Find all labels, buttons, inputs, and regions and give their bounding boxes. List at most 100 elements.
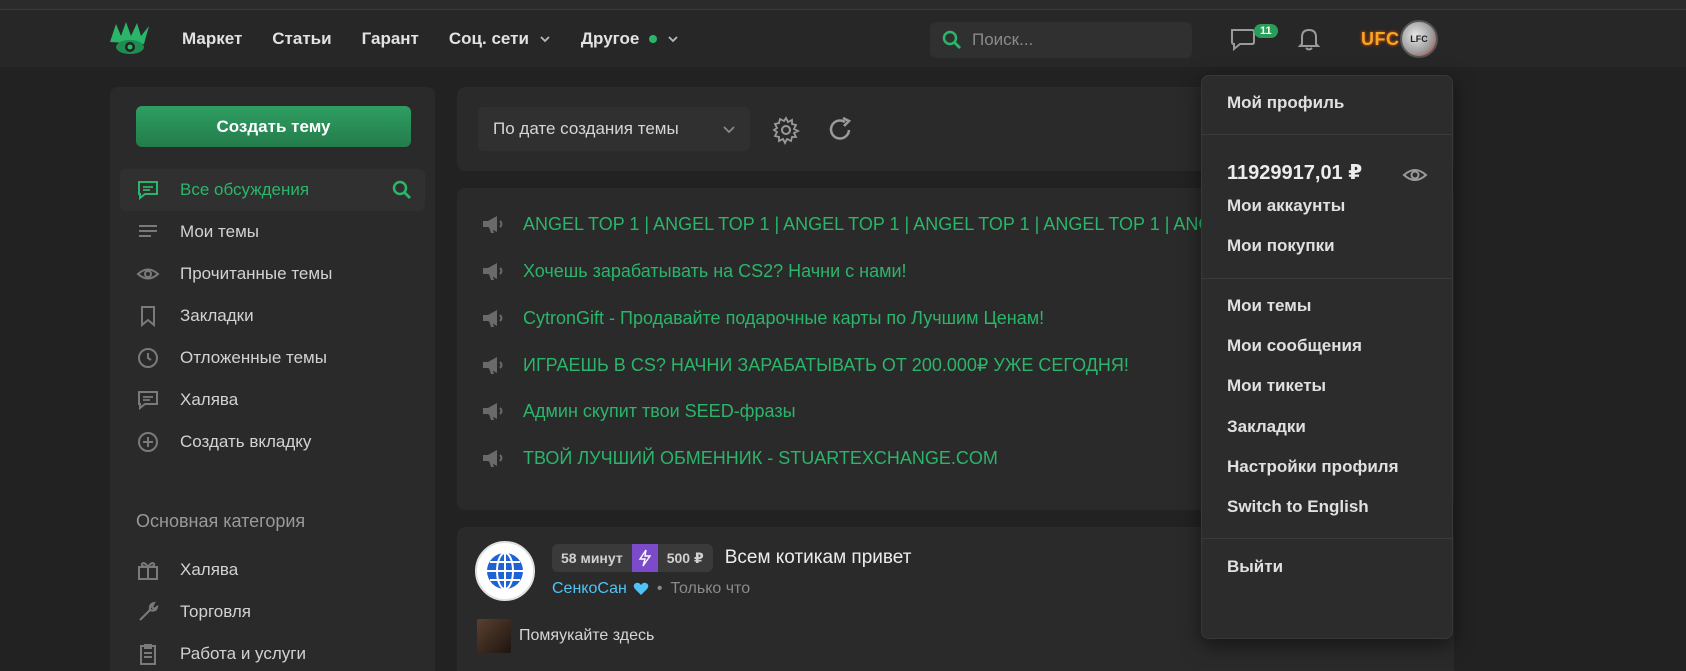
author-name[interactable]: СенкоСан (552, 580, 627, 598)
ad-text: ТВОЙ ЛУЧШИЙ ОБМЕННИК - STUARTEXCHANGE.CO… (523, 447, 998, 468)
sidebar-item-label: Создать вкладку (180, 432, 312, 451)
eye-icon[interactable] (1402, 162, 1428, 188)
ad-text: Хочешь зарабатывать на CS2? Начни с нами… (523, 260, 907, 281)
thread-meta: СенкоСан • Только что (552, 580, 750, 598)
nav-articles[interactable]: Статьи (272, 29, 331, 49)
sidebar-category-freebies[interactable]: Халява (120, 549, 425, 591)
nav-social[interactable]: Соц. сети (449, 29, 551, 49)
nav-guarantor[interactable]: Гарант (362, 29, 419, 49)
sidebar-item-create-tab[interactable]: Создать вкладку (120, 421, 425, 463)
preview-text: Помяукайте здесь (519, 627, 655, 644)
megaphone-icon (483, 357, 503, 374)
menu-my-profile[interactable]: Мой профиль (1227, 93, 1344, 113)
menu-divider (1202, 278, 1452, 279)
refresh-icon[interactable] (825, 115, 855, 145)
thread-preview[interactable]: Помяукайте здесь (477, 619, 654, 653)
avatar-text: LFC (1410, 34, 1428, 44)
eye-icon (136, 268, 160, 280)
nav-market[interactable]: Маркет (182, 29, 242, 49)
ad-item[interactable]: Хочешь зарабатывать на CS2? Начни с нами… (481, 256, 907, 286)
search-input[interactable] (972, 30, 1172, 50)
sidebar-category-work[interactable]: Работа и услуги (120, 633, 425, 671)
megaphone-icon (483, 310, 503, 327)
bookmark-icon (141, 306, 155, 328)
ad-item[interactable]: ТВОЙ ЛУЧШИЙ ОБМЕННИК - STUARTEXCHANGE.CO… (481, 443, 998, 473)
menu-divider (1202, 134, 1452, 135)
clipboard-icon (140, 644, 156, 665)
sidebar-item-freebies[interactable]: Халява (120, 379, 425, 421)
author-avatar[interactable] (475, 541, 535, 601)
menu-my-threads[interactable]: Мои темы (1227, 296, 1311, 316)
preview-image (477, 619, 511, 653)
nav-other-label: Другое (580, 28, 640, 48)
logo-icon[interactable] (108, 20, 152, 58)
site-header: Маркет Статьи Гарант Соц. сети Другое 11… (0, 10, 1686, 67)
heart-icon (633, 582, 649, 595)
main-nav: Маркет Статьи Гарант Соц. сети Другое (182, 10, 709, 67)
sidebar-item-postponed[interactable]: Отложенные темы (120, 337, 425, 379)
menu-my-tickets[interactable]: Мои тикеты (1227, 376, 1326, 396)
sidebar-category-trade[interactable]: Торговля (120, 591, 425, 633)
sort-select[interactable]: По дате создания темы (478, 107, 750, 151)
megaphone-icon (483, 450, 503, 467)
ad-item[interactable]: ИГРАЕШЬ В CS? НАЧНИ ЗАРАБАТЫВАТЬ ОТ 200.… (481, 350, 1129, 380)
messages-badge: 11 (1254, 24, 1278, 38)
nav-market-label: Маркет (182, 28, 243, 48)
megaphone-icon (483, 216, 503, 233)
ad-text: CytronGift - Продавайте подарочные карты… (523, 307, 1045, 328)
create-thread-button[interactable]: Создать тему (136, 106, 411, 147)
chat-icon (138, 391, 158, 411)
lightning-icon (631, 544, 658, 572)
sidebar-item-label: Отложенные темы (180, 348, 327, 367)
sidebar-item-label: Торговля (180, 602, 252, 621)
meta-separator: • (656, 580, 663, 597)
browser-top-strip (0, 0, 1686, 10)
menu-my-messages[interactable]: Мои сообщения (1227, 336, 1362, 356)
sidebar-item-all-discussions[interactable]: Все обсуждения (120, 169, 425, 211)
megaphone-icon (483, 403, 503, 420)
plus-circle-icon (138, 432, 158, 452)
menu-logout[interactable]: Выйти (1227, 557, 1283, 577)
list-icon (139, 225, 157, 237)
time-tag: 58 минут (552, 544, 632, 572)
thread-header: 58 минут 500 ₽ Всем котикам привет (552, 544, 911, 572)
sort-select-label: По дате создания темы (493, 119, 679, 138)
gift-icon (138, 562, 158, 580)
sidebar-item-label: Халява (180, 390, 239, 409)
ad-text: ИГРАЕШЬ В CS? НАЧНИ ЗАРАБАТЫВАТЬ ОТ 200.… (523, 354, 1129, 375)
ad-item[interactable]: CytronGift - Продавайте подарочные карты… (481, 303, 1044, 333)
ad-item[interactable]: Админ скупит твои SEED-фразы (481, 396, 796, 426)
notification-dot (649, 34, 658, 43)
thread-title[interactable]: Всем котикам привет (725, 547, 912, 569)
menu-my-purchases[interactable]: Мои покупки (1227, 236, 1335, 256)
menu-profile-settings[interactable]: Настройки профиля (1227, 457, 1399, 477)
menu-switch-language[interactable]: Switch to English (1227, 497, 1369, 517)
user-avatar[interactable]: LFC (1400, 20, 1438, 58)
price-tag: 500 ₽ (657, 544, 713, 572)
menu-bookmarks[interactable]: Закладки (1227, 417, 1306, 437)
menu-my-accounts[interactable]: Мои аккаунты (1227, 196, 1345, 216)
sidebar-item-label: Работа и услуги (180, 644, 306, 663)
search-icon[interactable] (391, 179, 413, 201)
chat-icon (138, 181, 158, 201)
sidebar: Создать тему Все обсуждения Мои темы Про… (110, 87, 435, 671)
search-icon (942, 30, 961, 49)
sidebar-item-read-threads[interactable]: Прочитанные темы (120, 253, 425, 295)
nav-articles-label: Статьи (272, 28, 332, 48)
nav-other[interactable]: Другое (581, 29, 679, 49)
sidebar-item-my-threads[interactable]: Мои темы (120, 211, 425, 253)
chevron-down-icon (668, 35, 678, 42)
sidebar-item-bookmarks[interactable]: Закладки (120, 295, 425, 337)
gear-icon[interactable] (771, 115, 801, 145)
ad-text: Админ скупит твои SEED-фразы (523, 400, 796, 421)
nav-social-label: Соц. сети (448, 28, 529, 48)
search-box (930, 22, 1192, 58)
user-tag[interactable]: UFC (1361, 29, 1400, 50)
globe-icon (487, 552, 523, 590)
sidebar-section-title: Основная категория (136, 511, 306, 531)
clock-icon (138, 348, 158, 368)
account-balance: 11929917,01 ₽ (1227, 162, 1363, 184)
megaphone-icon (483, 263, 503, 280)
bell-icon[interactable] (1294, 24, 1324, 54)
thread-time: Только что (670, 580, 751, 597)
